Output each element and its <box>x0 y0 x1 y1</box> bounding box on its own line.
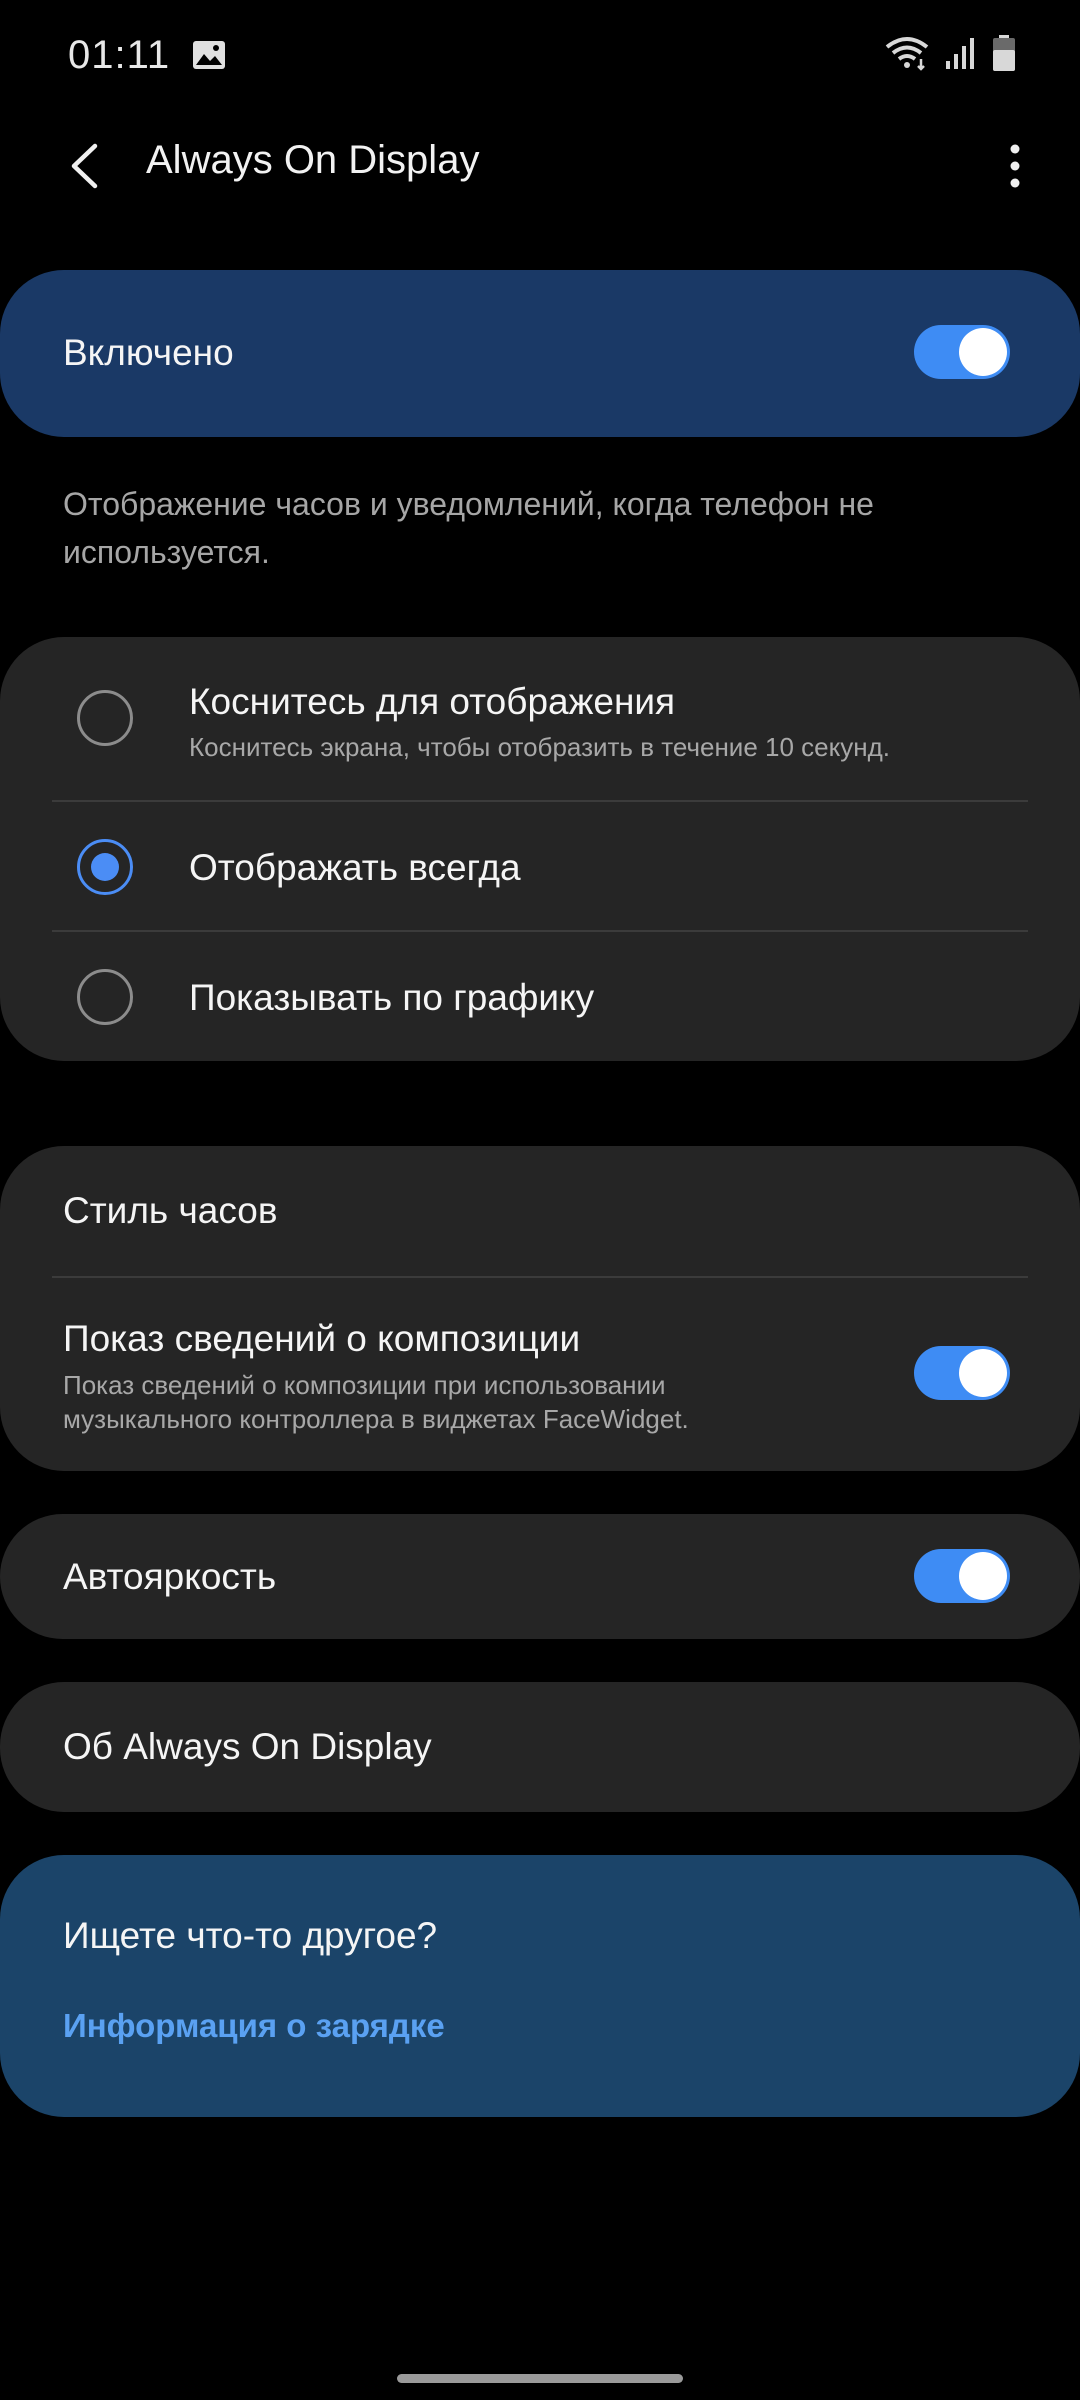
radio-tap-to-show[interactable] <box>77 690 133 746</box>
music-info-sublabel: Показ сведений о композиции при использо… <box>63 1370 689 1434</box>
suggestions-title: Ищете что-то другое? <box>63 1915 438 1956</box>
music-info-toggle[interactable] <box>914 1346 1010 1400</box>
signal-icon <box>944 35 978 76</box>
radio-always-show[interactable] <box>77 839 133 895</box>
radio-dot <box>91 853 119 881</box>
toggle-knob <box>959 1349 1007 1397</box>
battery-icon <box>992 34 1016 77</box>
toggle-knob <box>959 1552 1007 1600</box>
master-switch-toggle[interactable] <box>914 325 1010 379</box>
wifi-icon <box>884 35 930 76</box>
option-label: Коснитесь для отображения <box>189 681 676 722</box>
page-title: Always On Display <box>146 138 480 182</box>
more-options-button[interactable] <box>990 134 1040 198</box>
app-bar: Always On Display <box>0 110 1080 220</box>
charging-info-link[interactable]: Информация о зарядке <box>63 2007 445 2045</box>
master-switch-label: Включено <box>63 332 234 373</box>
image-icon <box>192 40 226 70</box>
divider <box>52 1276 1028 1278</box>
option-sublabel: Коснитесь экрана, чтобы отобразить в теч… <box>189 732 891 762</box>
auto-brightness-card[interactable]: Автояркость <box>0 1514 1080 1639</box>
divider <box>52 800 1028 802</box>
gesture-nav-handle[interactable] <box>397 2374 683 2383</box>
about-card[interactable]: Об Always On Display <box>0 1682 1080 1812</box>
suggestions-card: Ищете что-то другое? Информация о зарядк… <box>0 1855 1080 2117</box>
status-time: 01:11 <box>68 32 171 77</box>
display-mode-card: Коснитесь для отображения Коснитесь экра… <box>0 637 1080 1061</box>
toggle-knob <box>959 328 1007 376</box>
auto-brightness-label: Автояркость <box>63 1556 277 1597</box>
feature-description: Отображение часов и уведомлений, когда т… <box>63 486 874 570</box>
back-button[interactable] <box>56 136 112 196</box>
master-switch-card[interactable]: Включено <box>0 270 1080 437</box>
more-vertical-icon <box>1010 144 1020 188</box>
status-bar: 01:11 <box>0 0 1080 110</box>
back-arrow-icon <box>71 143 98 189</box>
auto-brightness-toggle[interactable] <box>914 1549 1010 1603</box>
radio-scheduled[interactable] <box>77 969 133 1025</box>
music-info-label: Показ сведений о композиции <box>63 1318 581 1359</box>
status-icons <box>884 34 1016 77</box>
divider <box>52 930 1028 932</box>
option-label: Показывать по графику <box>189 977 595 1018</box>
about-label: Об Always On Display <box>63 1726 432 1767</box>
clock-style-label: Стиль часов <box>63 1190 278 1231</box>
option-label: Отображать всегда <box>189 847 521 888</box>
clock-settings-card: Стиль часов Показ сведений о композиции … <box>0 1146 1080 1471</box>
